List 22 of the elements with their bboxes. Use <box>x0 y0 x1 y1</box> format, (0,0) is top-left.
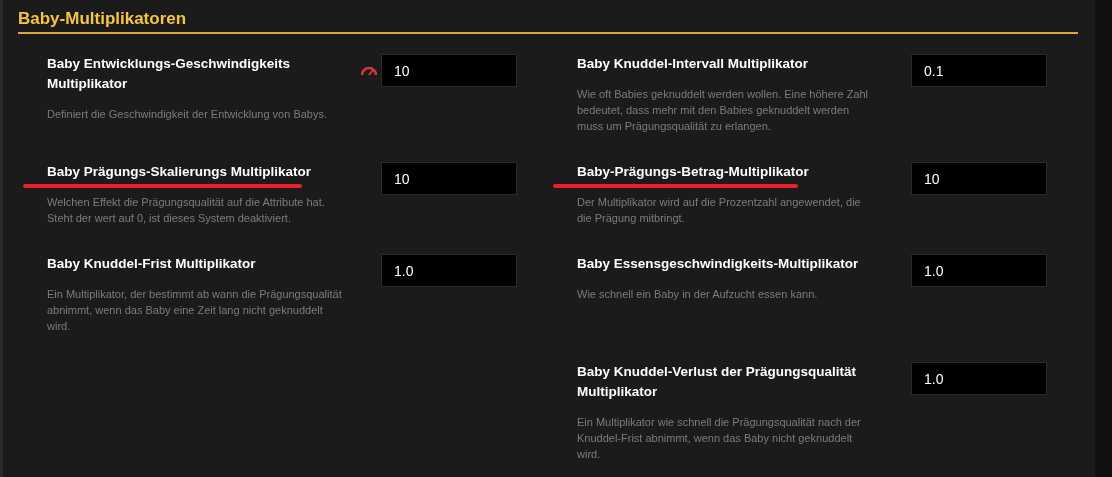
value-input[interactable]: 0.1 <box>911 54 1047 87</box>
setting-label: Baby-Prägungs-Betrag-Multiplikator <box>577 163 809 181</box>
section-title: Baby-Multiplikatoren <box>18 8 188 30</box>
setting-label: Baby Knuddel-Intervall Multiplikator <box>577 55 810 73</box>
setting-description: Ein Multiplikator wie schnell die Prägungsqualität nach der Knuddel-Frist abnimmt, wenn das Baby nicht geknuddelt wird. <box>577 415 862 462</box>
value-input[interactable]: 1.0 <box>911 362 1047 395</box>
setting-description: Der Multiplikator wird auf die Prozentzahl angewendet, die die Prägung mitbringt. <box>577 195 862 226</box>
setting-label: Baby Knuddel-Frist Multiplikator <box>47 255 257 273</box>
value-input[interactable]: 10 <box>911 162 1047 195</box>
setting-description: Definiert die Geschwindigkeit der Entwicklung von Babys. <box>47 107 329 122</box>
setting-description: Wie oft Babies geknuddelt werden wollen. Eine höhere Zahl bedeutet, dass mehr mit den Babies geknuddelt werden muss um Prägungsqualität zu erlangen. <box>577 87 870 134</box>
value-input[interactable]: 10 <box>381 54 517 87</box>
value-input[interactable]: 10 <box>381 162 517 195</box>
setting-label: Baby Prägungs-Skalierungs Multiplikator <box>47 163 312 181</box>
setting-label: Baby Knuddel-Verlust der Prägungsqualität Multiplikator <box>577 363 858 401</box>
setting-label: Baby Essensgeschwindigkeits-Multiplikator <box>577 255 860 273</box>
setting-label: Baby Entwicklungs-Geschwindigkeits Multiplikator <box>47 55 292 93</box>
setting-description: Wie schnell ein Baby in der Aufzucht essen kann. <box>577 287 819 302</box>
setting-description: Welchen Effekt die Prägungsqualität auf die Attribute hat. Steht der wert auf 0, ist dieses System deaktiviert. <box>47 195 326 226</box>
value-input[interactable]: 1.0 <box>381 254 517 287</box>
value-input[interactable]: 1.0 <box>911 254 1047 287</box>
setting-description: Ein Multiplikator, der bestimmt ab wann die Prägungsqualität abnimmt, wenn das Baby eine Zeit lang nicht geknuddelt wird. <box>47 287 343 334</box>
